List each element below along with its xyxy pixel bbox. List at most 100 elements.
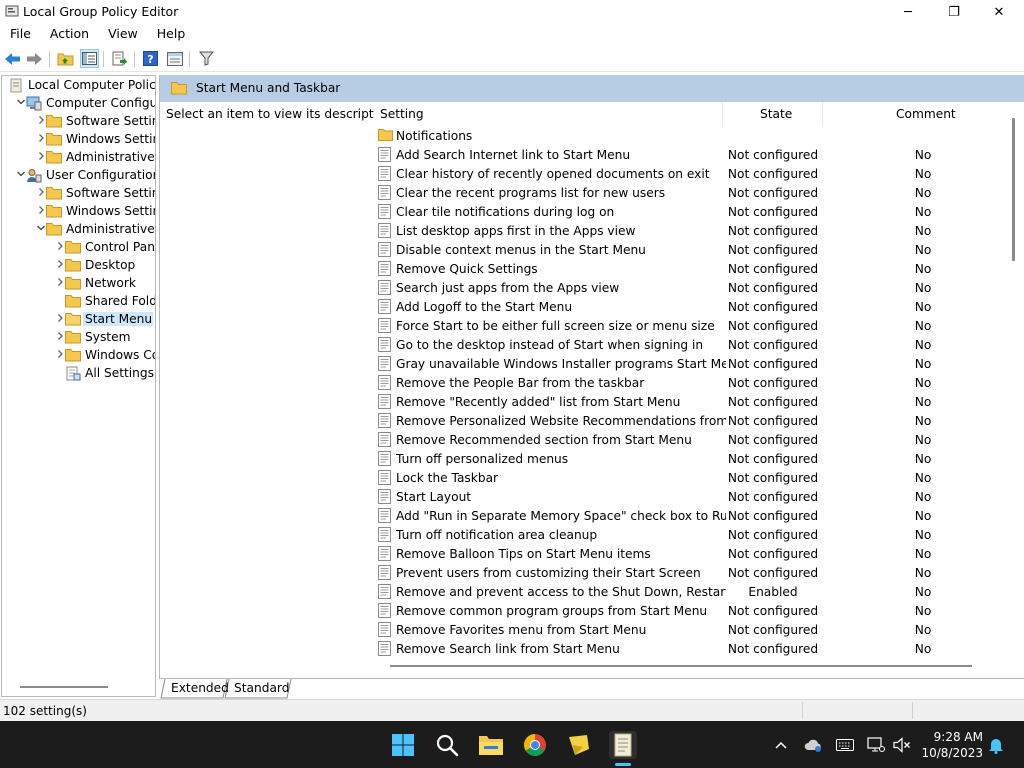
policy-row[interactable]: Clear tile notifications during log on No…	[374, 202, 1014, 221]
policy-row[interactable]: Remove and prevent access to the Shut Do…	[374, 582, 1014, 601]
tree-horizontal-scrollbar-thumb[interactable]	[20, 686, 108, 688]
up-folder-button[interactable]	[56, 49, 75, 68]
settings-list[interactable]: Setting State Comment Notifications Add S…	[374, 102, 1024, 678]
taskbar-chrome[interactable]	[521, 731, 549, 759]
policy-setting-icon	[378, 147, 392, 162]
policy-row[interactable]: Remove common program groups from Start …	[374, 601, 1014, 620]
filter-button[interactable]	[197, 49, 216, 68]
tray-network-button[interactable]	[866, 735, 886, 755]
folder-row[interactable]: Notifications	[374, 126, 1014, 145]
menu-view[interactable]: View	[98, 24, 147, 44]
tray-volume-button[interactable]	[892, 735, 912, 755]
tree-node[interactable]: Shared Folder	[2, 293, 155, 311]
policy-row[interactable]: Clear the recent programs list for new u…	[374, 183, 1014, 202]
tree-node[interactable]: System	[2, 329, 155, 347]
policy-row[interactable]: Go to the desktop instead of Start when …	[374, 335, 1014, 354]
taskbar-group-policy-editor[interactable]	[609, 731, 637, 759]
policy-row[interactable]: Add "Run in Separate Memory Space" check…	[374, 506, 1014, 525]
network-monitor-icon	[867, 737, 885, 752]
tree-node[interactable]: User Configuration	[2, 167, 155, 185]
properties-button[interactable]	[165, 49, 184, 68]
column-setting-header[interactable]: Setting	[380, 107, 424, 121]
tree-node[interactable]: Windows Cor	[2, 347, 155, 365]
tab-standard[interactable]: Standard	[234, 681, 289, 695]
policy-row[interactable]: Force Start to be either full screen siz…	[374, 316, 1014, 335]
close-button[interactable]: ✕	[976, 0, 1022, 24]
setting-name: Clear tile notifications during log on	[396, 205, 615, 219]
tree-node[interactable]: Computer Configura	[2, 95, 155, 113]
policy-row[interactable]: Turn off notification area cleanup Not co…	[374, 525, 1014, 544]
menu-file[interactable]: File	[0, 24, 40, 44]
vertical-scrollbar-thumb[interactable]	[1012, 118, 1015, 261]
tree-node[interactable]: Software Settings	[2, 185, 155, 203]
column-divider[interactable]	[822, 102, 823, 126]
setting-state: Not configured	[727, 148, 819, 162]
folder-icon	[46, 204, 62, 219]
taskbar-sticky-notes[interactable]	[565, 731, 593, 759]
show-hidden-icons-button[interactable]	[771, 735, 791, 755]
policy-row[interactable]: Lock the Taskbar Not configured No	[374, 468, 1014, 487]
tree-node[interactable]: Windows Setting	[2, 203, 155, 221]
taskbar-search-button[interactable]	[433, 731, 461, 759]
tree-node-label: Windows Cor	[85, 348, 155, 362]
policy-setting-icon	[378, 375, 392, 390]
tree-node[interactable]: Local Computer Policy	[2, 77, 155, 95]
policy-row[interactable]: Start Layout Not configured No	[374, 487, 1014, 506]
help-icon: ?	[143, 51, 158, 66]
details-header: Start Menu and Taskbar	[160, 75, 1024, 102]
maximize-button[interactable]: ❐	[931, 0, 977, 24]
policy-setting-icon	[378, 204, 392, 219]
policy-row[interactable]: Gray unavailable Windows Installer progr…	[374, 354, 1014, 373]
policy-row[interactable]: Clear history of recently opened documen…	[374, 164, 1014, 183]
forward-button[interactable]	[25, 49, 44, 68]
show-hide-tree-button[interactable]	[80, 49, 99, 68]
taskbar-file-explorer[interactable]	[477, 731, 505, 759]
minimize-button[interactable]: ─	[885, 0, 931, 24]
policy-row[interactable]: Prevent users from customizing their Sta…	[374, 563, 1014, 582]
tree-node-label: Software Settings	[66, 114, 155, 128]
column-comment-header[interactable]: Comment	[896, 107, 956, 121]
tree-node[interactable]: Windows Setting	[2, 131, 155, 149]
notifications-button[interactable]	[986, 735, 1006, 755]
menu-help[interactable]: Help	[147, 24, 195, 44]
menu-action[interactable]: Action	[40, 24, 98, 44]
policy-row[interactable]: Remove "Recently added" list from Start …	[374, 392, 1014, 411]
policy-row[interactable]: Remove Favorites menu from Start Menu Not…	[374, 620, 1014, 639]
column-divider[interactable]	[722, 102, 723, 126]
export-list-button[interactable]	[110, 49, 129, 68]
tree-node[interactable]: All Settings	[2, 365, 155, 383]
horizontal-scrollbar-thumb[interactable]	[390, 665, 972, 667]
policy-row[interactable]: Remove Recommended section from Start Me…	[374, 430, 1014, 449]
tree-node-label: Administrative Te	[66, 150, 155, 164]
tray-keyboard-button[interactable]	[835, 735, 855, 755]
policy-row[interactable]: List desktop apps first in the Apps view…	[374, 221, 1014, 240]
column-state-header[interactable]: State	[760, 107, 792, 121]
tree-node[interactable]: Start Menu ar	[2, 311, 155, 329]
start-button[interactable]	[389, 731, 417, 759]
policy-row[interactable]: Turn off personalized menus Not configure…	[374, 449, 1014, 468]
tree-node[interactable]: Network	[2, 275, 155, 293]
tree-node[interactable]: Administrative Te	[2, 149, 155, 167]
tree-node[interactable]: Administrative Te	[2, 221, 155, 239]
policy-row[interactable]: Add Logoff to the Start Menu Not configur…	[374, 297, 1014, 316]
setting-comment: No	[914, 281, 932, 295]
policy-row[interactable]: Add Search Internet link to Start Menu No…	[374, 145, 1014, 164]
policy-row[interactable]: Remove Quick Settings Not configured No	[374, 259, 1014, 278]
setting-name: Force Start to be either full screen siz…	[396, 319, 715, 333]
tree-node[interactable]: Desktop	[2, 257, 155, 275]
policy-setting-icon	[378, 185, 392, 200]
policy-row[interactable]: Remove the People Bar from the taskbar No…	[374, 373, 1014, 392]
help-button[interactable]: ?	[141, 49, 160, 68]
tab-extended[interactable]: Extended	[171, 681, 229, 695]
back-button[interactable]	[3, 49, 22, 68]
tree-node[interactable]: Control Panel	[2, 239, 155, 257]
tree-node[interactable]: Software Settings	[2, 113, 155, 131]
policy-row[interactable]: Remove Balloon Tips on Start Menu items N…	[374, 544, 1014, 563]
policy-row[interactable]: Disable context menus in the Start Menu N…	[374, 240, 1014, 259]
policy-row[interactable]: Remove Search link from Start Menu Not co…	[374, 639, 1014, 658]
policy-row[interactable]: Remove Personalized Website Recommendati…	[374, 411, 1014, 430]
tray-onedrive-button[interactable]	[803, 735, 823, 755]
taskbar-clock[interactable]: 9:28 AM 10/8/2023	[915, 729, 983, 761]
policy-row[interactable]: Search just apps from the Apps view Not c…	[374, 278, 1014, 297]
console-tree[interactable]: Local Computer Policy Computer Configura S…	[1, 75, 156, 697]
